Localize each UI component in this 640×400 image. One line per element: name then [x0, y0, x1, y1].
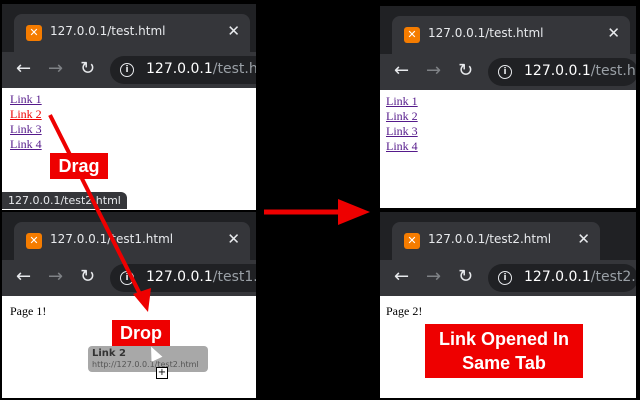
xampp-icon: ✕ — [26, 233, 42, 249]
drop-label: Drop — [112, 320, 170, 346]
copy-plus-icon: + — [156, 367, 168, 379]
info-icon[interactable]: i — [498, 65, 512, 79]
url-host: 127.0.0.1 — [524, 63, 591, 79]
xampp-icon: ✕ — [404, 27, 420, 43]
link-list: Link 1 Link 2 Link 3 Link 4 — [386, 94, 418, 154]
drag-label: Drag — [50, 153, 108, 179]
tab-strip: ✕ 127.0.0.1/test.html ✕ — [2, 4, 256, 52]
tab-title: 127.0.0.1/test1.html — [50, 232, 174, 246]
drag-url: http://127.0.0.1/test2.html — [92, 360, 199, 369]
link-3[interactable]: Link 3 — [10, 122, 42, 137]
result-label: Link Opened In Same Tab — [425, 324, 583, 378]
page-text: Page 2! — [386, 304, 423, 318]
forward-arrow-icon[interactable]: → — [426, 266, 441, 288]
back-arrow-icon[interactable]: ← — [16, 266, 31, 288]
close-icon[interactable]: ✕ — [577, 230, 590, 248]
close-icon[interactable]: ✕ — [227, 230, 240, 248]
url-path: /test.html — [212, 61, 256, 77]
link-1[interactable]: Link 1 — [10, 92, 42, 107]
address-bar[interactable]: i 127.0.0.1/test1.html — [110, 264, 256, 292]
link-2[interactable]: Link 2 — [10, 107, 42, 122]
forward-arrow-icon[interactable]: → — [48, 58, 63, 80]
tab-strip: ✕ 127.0.0.1/test1.html ✕ — [2, 212, 256, 260]
browser-tab[interactable]: ✕ 127.0.0.1/test.html ✕ — [14, 14, 250, 52]
link-3[interactable]: Link 3 — [386, 124, 418, 139]
browser-tab[interactable]: ✕ 127.0.0.1/test1.html ✕ — [14, 222, 250, 260]
status-bubble: 127.0.0.1/test2.html — [2, 192, 127, 209]
close-icon[interactable]: ✕ — [607, 24, 620, 42]
xampp-icon: ✕ — [26, 25, 42, 41]
back-arrow-icon[interactable]: ← — [394, 60, 409, 82]
tab-title: 127.0.0.1/test2.html — [428, 232, 552, 246]
right-top-browser-window: ✕ 127.0.0.1/test.html ✕ ← → ↻ i 127.0.0.… — [380, 6, 636, 208]
result-label-line1: Link Opened In — [438, 329, 569, 349]
reload-icon[interactable]: ↻ — [80, 266, 95, 288]
tab-strip: ✕ 127.0.0.1/test2.html ✕ — [380, 212, 636, 260]
page-content: Link 1 Link 2 Link 3 Link 4 — [380, 90, 636, 208]
drag-title: Link 2 — [92, 348, 127, 359]
reload-icon[interactable]: ↻ — [458, 60, 473, 82]
toolbar: ← → ↻ i 127.0.0.1/test.html — [380, 54, 636, 90]
browser-tab[interactable]: ✕ 127.0.0.1/test.html ✕ — [392, 16, 630, 54]
xampp-icon: ✕ — [404, 233, 420, 249]
back-arrow-icon[interactable]: ← — [394, 266, 409, 288]
url-host: 127.0.0.1 — [146, 269, 213, 285]
reload-icon[interactable]: ↻ — [458, 266, 473, 288]
left-top-browser-window: ✕ 127.0.0.1/test.html ✕ ← → ↻ i 127.0.0.… — [2, 4, 256, 210]
info-icon[interactable]: i — [120, 271, 134, 285]
link-list: Link 1 Link 2 Link 3 Link 4 — [10, 92, 42, 152]
link-2[interactable]: Link 2 — [386, 109, 418, 124]
tab-title: 127.0.0.1/test.html — [428, 26, 544, 40]
result-arrow-head — [338, 199, 370, 225]
tab-title: 127.0.0.1/test.html — [50, 24, 166, 38]
address-bar[interactable]: i 127.0.0.1/test.html — [110, 56, 256, 84]
toolbar: ← → ↻ i 127.0.0.1/test1.html — [2, 260, 256, 296]
url-path: /test2.html — [590, 269, 636, 285]
tab-strip: ✕ 127.0.0.1/test.html ✕ — [380, 6, 636, 54]
url-host: 127.0.0.1 — [524, 269, 591, 285]
result-label-line2: Same Tab — [462, 353, 546, 373]
forward-arrow-icon[interactable]: → — [426, 60, 441, 82]
link-1[interactable]: Link 1 — [386, 94, 418, 109]
url-path: /test1.html — [212, 269, 256, 285]
info-icon[interactable]: i — [120, 63, 134, 77]
info-icon[interactable]: i — [498, 271, 512, 285]
toolbar: ← → ↻ i 127.0.0.1/test.html — [2, 52, 256, 88]
address-bar[interactable]: i 127.0.0.1/test.html — [488, 58, 636, 86]
url-host: 127.0.0.1 — [146, 61, 213, 77]
toolbar: ← → ↻ i 127.0.0.1/test2.html — [380, 260, 636, 296]
browser-tab[interactable]: ✕ 127.0.0.1/test2.html ✕ — [392, 222, 600, 260]
url-path: /test.html — [590, 63, 636, 79]
back-arrow-icon[interactable]: ← — [16, 58, 31, 80]
link-4[interactable]: Link 4 — [10, 137, 42, 152]
address-bar[interactable]: i 127.0.0.1/test2.html — [488, 264, 636, 292]
page-text: Page 1! — [10, 304, 47, 318]
forward-arrow-icon[interactable]: → — [48, 266, 63, 288]
close-icon[interactable]: ✕ — [227, 22, 240, 40]
reload-icon[interactable]: ↻ — [80, 58, 95, 80]
link-4[interactable]: Link 4 — [386, 139, 418, 154]
